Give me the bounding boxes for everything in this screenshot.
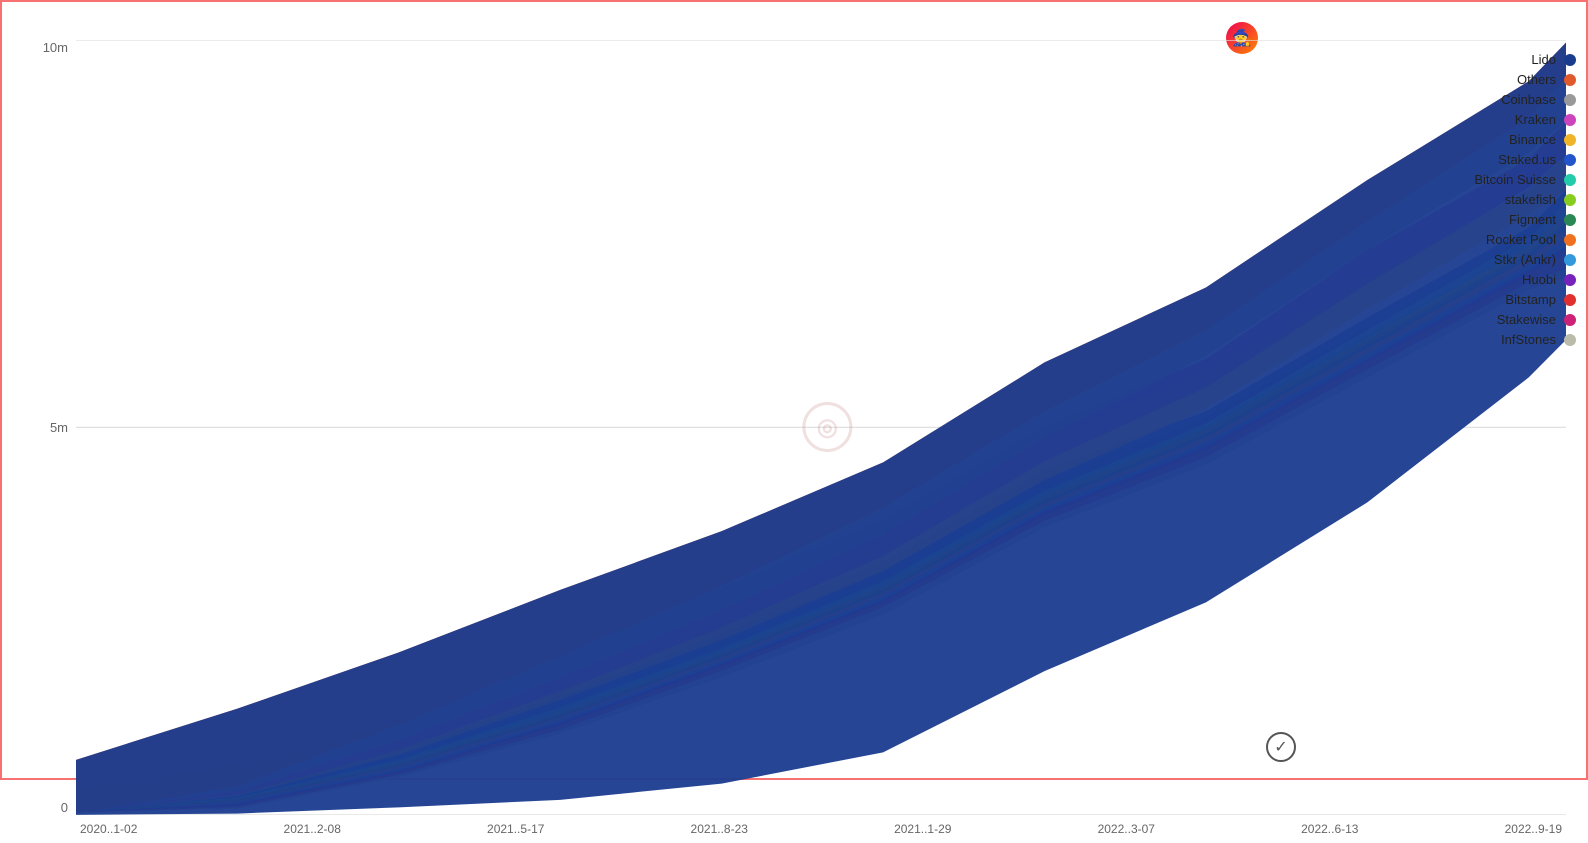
legend-item-kraken: Kraken — [1296, 112, 1576, 127]
legend-item-others: Others — [1296, 72, 1576, 87]
legend-dot — [1564, 114, 1576, 126]
legend-item-rocket-pool: Rocket Pool — [1296, 232, 1576, 247]
legend-item-binance: Binance — [1296, 132, 1576, 147]
legend-dot — [1564, 194, 1576, 206]
legend-dot — [1564, 214, 1576, 226]
y-label-5m: 5m — [50, 420, 68, 435]
legend-dot — [1564, 234, 1576, 246]
x-label-3: 2021..8-23 — [691, 822, 748, 836]
legend-label: Rocket Pool — [1486, 232, 1556, 247]
legend-item-stkr--ankr-: Stkr (Ankr) — [1296, 252, 1576, 267]
legend-dot — [1564, 134, 1576, 146]
legend-label: Others — [1517, 72, 1556, 87]
legend-item-bitcoin-suisse: Bitcoin Suisse — [1296, 172, 1576, 187]
legend-label: stakefish — [1505, 192, 1556, 207]
x-label-2: 2021..5-17 — [487, 822, 544, 836]
legend-label: InfStones — [1501, 332, 1556, 347]
x-label-4: 2021..1-29 — [894, 822, 951, 836]
x-axis: 2020..1-02 2021..2-08 2021..5-17 2021..8… — [76, 815, 1566, 843]
y-label-0: 0 — [61, 800, 68, 815]
x-label-7: 2022..9-19 — [1505, 822, 1562, 836]
y-axis: 10m 5m 0 — [26, 40, 76, 843]
chart-container: 🧙 10m 5m 0 ◎ — [2, 2, 1586, 778]
legend-item-infstones: InfStones — [1296, 332, 1576, 347]
legend-label: Stkr (Ankr) — [1494, 252, 1556, 267]
legend-dot — [1564, 154, 1576, 166]
legend-dot — [1564, 334, 1576, 346]
legend-item-lido: Lido — [1296, 52, 1576, 67]
x-label-1: 2021..2-08 — [284, 822, 341, 836]
legend-item-staked-us: Staked.us — [1296, 152, 1576, 167]
legend-item-figment: Figment — [1296, 212, 1576, 227]
legend-dot — [1564, 294, 1576, 306]
legend-item-stakewise: Stakewise — [1296, 312, 1576, 327]
legend-label: Bitstamp — [1505, 292, 1556, 307]
legend-item-stakefish: stakefish — [1296, 192, 1576, 207]
checkmark-button[interactable]: ✓ — [1266, 732, 1296, 762]
legend-label: Kraken — [1515, 112, 1556, 127]
legend-dot — [1564, 174, 1576, 186]
x-label-0: 2020..1-02 — [80, 822, 137, 836]
legend-dot — [1564, 274, 1576, 286]
chart-legend: Lido Others Coinbase Kraken Binance Stak… — [1296, 52, 1576, 347]
legend-label: Stakewise — [1497, 312, 1556, 327]
legend-label: Bitcoin Suisse — [1474, 172, 1556, 187]
legend-item-huobi: Huobi — [1296, 272, 1576, 287]
legend-label: Binance — [1509, 132, 1556, 147]
legend-dot — [1564, 94, 1576, 106]
legend-label: Figment — [1509, 212, 1556, 227]
legend-dot — [1564, 54, 1576, 66]
x-label-5: 2022..3-07 — [1098, 822, 1155, 836]
legend-label: Staked.us — [1498, 152, 1556, 167]
legend-label: Huobi — [1522, 272, 1556, 287]
legend-label: Lido — [1531, 52, 1556, 67]
legend-label: Coinbase — [1501, 92, 1556, 107]
legend-item-bitstamp: Bitstamp — [1296, 292, 1576, 307]
legend-dot — [1564, 254, 1576, 266]
legend-dot — [1564, 314, 1576, 326]
y-label-10m: 10m — [43, 40, 68, 55]
legend-item-coinbase: Coinbase — [1296, 92, 1576, 107]
legend-dot — [1564, 74, 1576, 86]
chart-header — [26, 26, 1566, 28]
x-label-6: 2022..6-13 — [1301, 822, 1358, 836]
